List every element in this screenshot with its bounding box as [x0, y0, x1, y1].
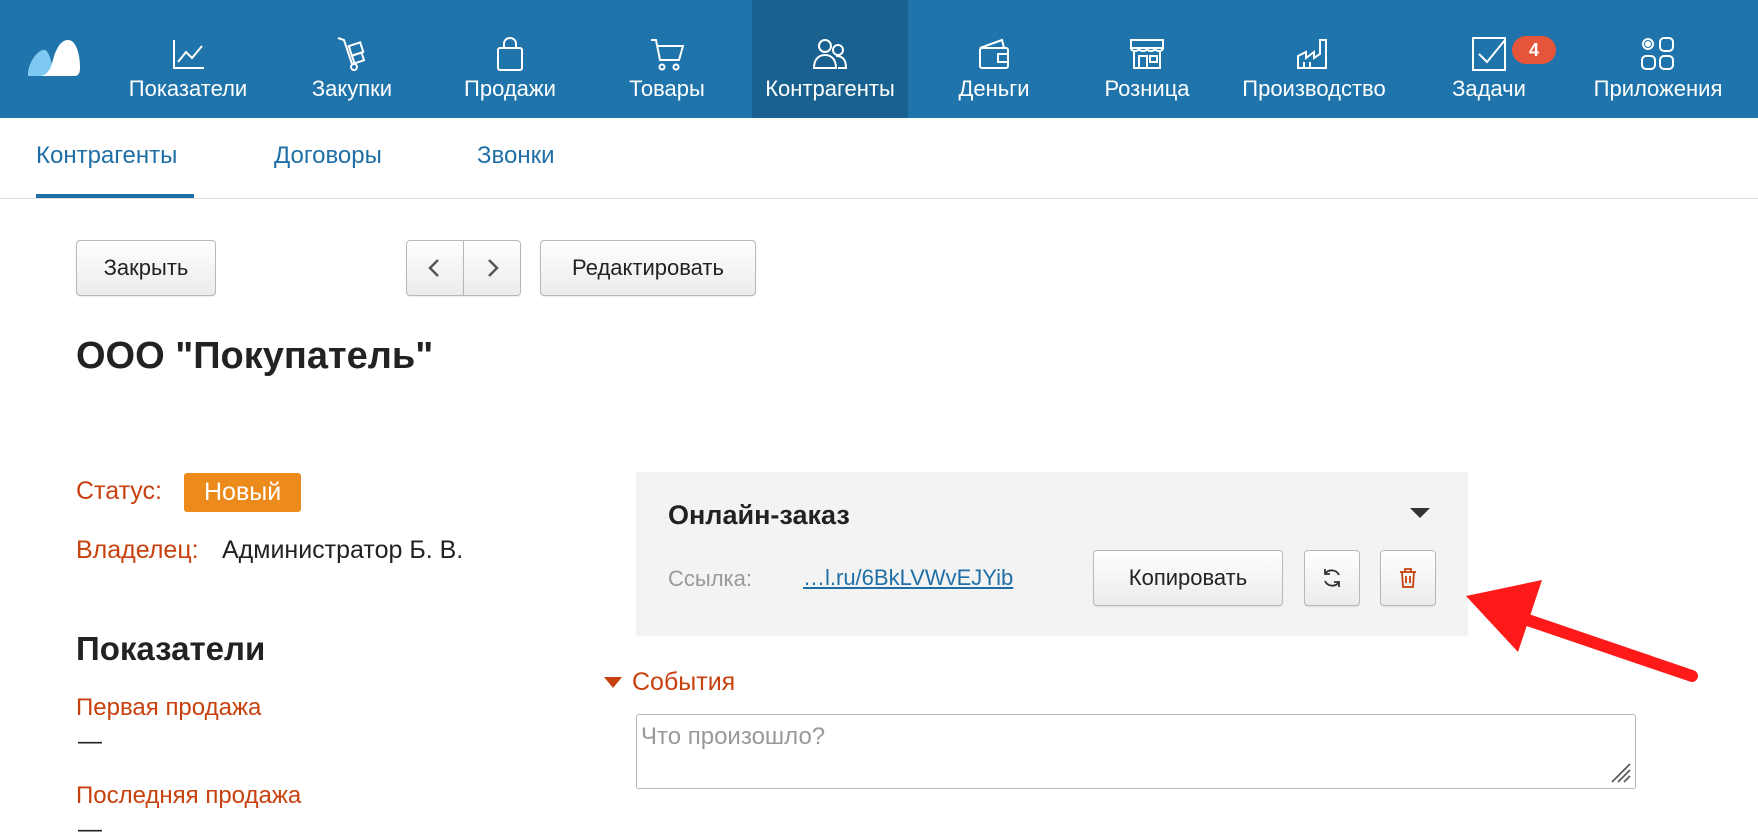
link-label: Ссылка: [668, 566, 752, 591]
previous-button[interactable] [406, 240, 464, 296]
active-tab-indicator [36, 194, 194, 198]
events-label: События [632, 668, 736, 696]
nav-item-label: Показатели [128, 76, 248, 101]
hand-truck-icon [332, 34, 372, 74]
events-toggle[interactable]: События [604, 668, 735, 697]
first-sale-value: — [78, 728, 102, 755]
trash-icon [1400, 568, 1416, 588]
nav-item-label: Приложения [1593, 76, 1723, 101]
collapse-caret-icon[interactable] [1410, 508, 1430, 518]
page-title: ООО "Покупатель" [76, 335, 434, 377]
shopping-bag-icon [490, 34, 530, 74]
edit-button[interactable]: Редактировать [540, 240, 756, 296]
status-badge[interactable]: Новый [184, 473, 302, 512]
owner-label: Владелец: [76, 536, 199, 564]
nav-item-sales[interactable]: Продажи [454, 0, 566, 118]
nav-item-label: Товары [629, 76, 705, 101]
nav-item-apps[interactable]: Приложения [1588, 0, 1728, 118]
tasks-count-badge: 4 [1512, 36, 1556, 64]
last-sale-label: Последняя продажа [76, 782, 302, 809]
nav-item-production[interactable]: Производство [1236, 0, 1392, 118]
next-button[interactable] [463, 240, 521, 296]
nav-item-money[interactable]: Деньги [944, 0, 1044, 118]
nav-item-label: Закупки [311, 76, 393, 101]
chart-line-icon [168, 34, 208, 74]
nav-item-retail[interactable]: Розница [1094, 0, 1200, 118]
last-sale-value: — [78, 816, 102, 836]
metrics-section-title: Показатели [76, 630, 266, 667]
owner-value: Администратор Б. В. [222, 536, 464, 564]
nav-item-counterparties[interactable]: Контрагенты [752, 0, 908, 118]
nav-item-label: Деньги [958, 76, 1030, 101]
chevron-left-icon [428, 259, 439, 277]
sub-tabs: Контрагенты Договоры Звонки [0, 118, 1758, 199]
regenerate-link-button[interactable] [1304, 550, 1360, 606]
apps-icon [1638, 34, 1678, 74]
online-order-title: Онлайн-заказ [668, 500, 850, 530]
tab-contracts[interactable]: Договоры [274, 142, 382, 170]
nav-item-label: Производство [1242, 76, 1386, 101]
online-order-panel: Онлайн-заказ Ссылка: …l.ru/6BkLVWvEJYib … [636, 472, 1468, 636]
expand-caret-icon [604, 677, 622, 688]
annotation-arrow-icon [1466, 580, 1698, 682]
delete-link-button[interactable] [1380, 550, 1436, 606]
first-sale-label: Первая продажа [76, 694, 262, 721]
status-label: Статус: [76, 477, 162, 505]
refresh-icon [1324, 569, 1340, 587]
chevron-right-icon [488, 259, 499, 277]
logo[interactable] [26, 40, 82, 80]
people-icon [810, 34, 850, 74]
nav-item-label: Контрагенты [765, 76, 895, 101]
resize-grip-icon[interactable] [1608, 760, 1632, 784]
task-check-icon [1469, 34, 1509, 74]
top-navigation: Показатели Закупки Продажи Товары Контра… [0, 0, 1758, 118]
nav-item-label: Продажи [464, 76, 556, 101]
nav-item-products[interactable]: Товары [612, 0, 722, 118]
store-icon [1127, 34, 1167, 74]
nav-item-indicators[interactable]: Показатели [120, 0, 256, 118]
nav-item-label: Задачи [1452, 76, 1526, 101]
cart-icon [647, 34, 687, 74]
nav-item-label: Розница [1104, 76, 1190, 101]
nav-item-purchases[interactable]: Закупки [296, 0, 408, 118]
tab-counterparties[interactable]: Контрагенты [36, 142, 177, 170]
factory-icon [1294, 34, 1334, 74]
order-link[interactable]: …l.ru/6BkLVWvEJYib [803, 565, 1013, 591]
event-input[interactable] [636, 714, 1636, 789]
close-button[interactable]: Закрыть [76, 240, 216, 296]
tab-calls[interactable]: Звонки [477, 142, 554, 170]
copy-link-button[interactable]: Копировать [1093, 550, 1283, 606]
wallet-icon [974, 34, 1014, 74]
